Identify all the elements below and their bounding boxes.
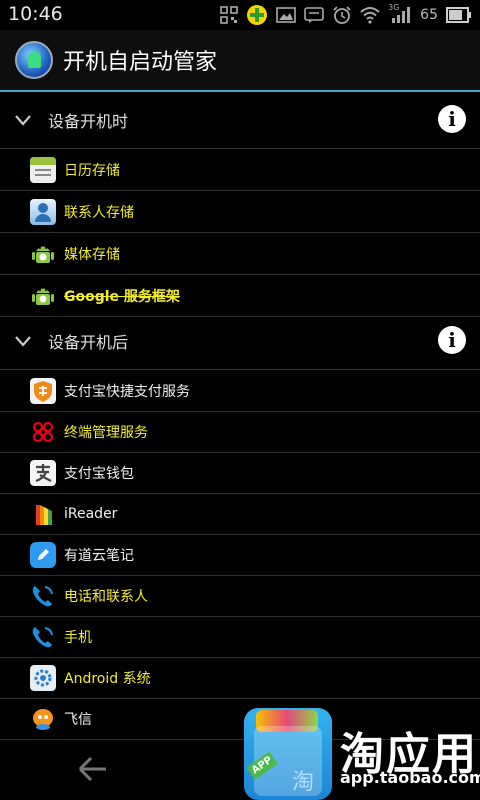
page-title: 开机自启动管家 (63, 50, 218, 75)
list-item-label: 有道云笔记 (64, 547, 134, 564)
contacts-icon (30, 198, 56, 225)
battery-icon (446, 7, 471, 23)
status-icons: 3G 65 (220, 3, 472, 26)
section-label: 设备开机后 (48, 333, 129, 352)
status-time: 10:46 (8, 3, 63, 25)
section-label: 设备开机时 (48, 112, 129, 131)
fetion-icon (33, 708, 53, 730)
back-arrow-icon[interactable] (76, 752, 110, 786)
list-item[interactable]: 电话和联系人 (0, 575, 480, 617)
list-item[interactable]: 联系人存储 (0, 191, 480, 233)
list-item-label: iReader (64, 505, 118, 522)
list-item-label: 电话和联系人 (64, 588, 148, 605)
list-item[interactable]: 支付宝快捷支付服务 (0, 370, 480, 412)
security-plus-icon (247, 5, 268, 25)
list-item-label: 支付宝钱包 (64, 465, 134, 482)
taobao-app-watermark: APP 淘 淘应用 app.taobao.com (244, 704, 480, 800)
china-unicom-icon (32, 421, 54, 442)
list-item-label: 日历存储 (64, 162, 120, 179)
list-item-label: 支付宝快捷支付服务 (64, 383, 190, 400)
battery-level: 65 (420, 7, 438, 23)
alipay-shield-icon (30, 377, 56, 404)
image-icon (276, 7, 296, 23)
alarm-icon (333, 6, 351, 24)
qr-icon (220, 6, 238, 24)
chevron-down-icon (15, 336, 31, 347)
message-icon (304, 7, 324, 23)
title-bar: 开机自启动管家 (0, 30, 480, 92)
list-item-label: 联系人存储 (64, 204, 134, 221)
list-item[interactable]: 终端管理服务 (0, 411, 480, 453)
android-icon (32, 246, 54, 263)
wifi-icon (360, 7, 380, 24)
list-item[interactable]: 日历存储 (0, 149, 480, 191)
list-item-label: Android 系统 (64, 670, 151, 687)
alipay-wallet-icon (30, 459, 56, 486)
list-item-label: 手机 (64, 629, 92, 646)
signal-icon: 3G (388, 3, 412, 24)
section-header-after-boot[interactable]: 设备开机后 i (0, 313, 480, 370)
list-item-label: Google 服务框架 (64, 288, 180, 305)
chevron-down-icon (15, 115, 31, 126)
info-icon[interactable]: i (438, 105, 466, 133)
list-item-label: 飞信 (64, 711, 92, 728)
calendar-icon (30, 156, 56, 183)
list-item[interactable]: 支付宝钱包 (0, 452, 480, 494)
phone-icon (32, 626, 53, 647)
watermark-bag-char: 淘 (292, 770, 315, 795)
info-icon[interactable]: i (438, 326, 466, 354)
list-item[interactable]: iReader (0, 493, 480, 535)
android-icon (32, 288, 54, 305)
list-item[interactable]: Android 系统 (0, 657, 480, 699)
watermark-url: app.taobao.com (340, 768, 480, 787)
section-header-boot[interactable]: 设备开机时 i (0, 92, 480, 149)
list-item[interactable]: 媒体存储 (0, 233, 480, 275)
list-item-label: 媒体存储 (64, 246, 120, 263)
settings-icon (30, 664, 56, 691)
ireader-icon (36, 504, 52, 525)
list-item[interactable]: 有道云笔记 (0, 534, 480, 576)
list-item-label: 终端管理服务 (64, 424, 148, 441)
list-item[interactable]: Google 服务框架 (0, 275, 480, 317)
phone-icon (32, 585, 53, 606)
status-bar: 10:46 3G 65 (0, 0, 480, 30)
app-logo-icon (15, 41, 53, 79)
youdao-note-icon (30, 541, 56, 568)
shopping-bag-icon: APP 淘 (244, 708, 332, 800)
list-item[interactable]: 手机 (0, 616, 480, 658)
